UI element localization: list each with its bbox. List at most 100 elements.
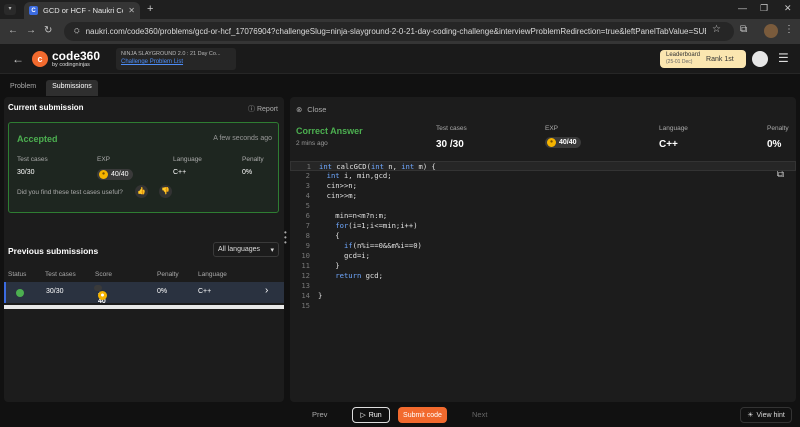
new-tab-icon[interactable]: +	[147, 3, 153, 15]
result-panel: ⊗ Close Correct Answer 2 mins ago Test ca…	[290, 97, 796, 402]
close-button[interactable]: ⊗ Close	[296, 105, 326, 114]
table-row[interactable]: 30/30 + 40● 0% C++ ›	[4, 282, 284, 305]
coin-icon: ●	[99, 170, 108, 179]
code-line: 14}	[290, 291, 796, 301]
prev-button[interactable]: Prev	[312, 410, 327, 419]
close-tab-icon[interactable]: ✕	[128, 6, 135, 15]
back-arrow-icon[interactable]: ←	[12, 52, 24, 66]
play-icon: ▷	[360, 412, 366, 419]
line-number: 1	[306, 162, 311, 171]
line-number: 14	[301, 291, 310, 300]
extensions-icon[interactable]: ⧉	[740, 24, 747, 35]
tab-submissions[interactable]: Submissions	[46, 80, 98, 96]
stat-penalty: Penalty 0%	[242, 156, 264, 176]
code-text: gcd=i;	[318, 251, 370, 260]
stat-exp: EXP ● 40/40	[97, 156, 133, 180]
rank-text: Rank 1st	[706, 55, 734, 63]
left-panel-tabs: Problem Submissions	[4, 80, 98, 96]
code360-logo[interactable]: c code360 by codingninjas	[32, 49, 102, 69]
code-line: 10 gcd=i;	[290, 251, 796, 261]
language-filter-select[interactable]: All languages ▾	[213, 242, 279, 257]
current-submission-card: Accepted A few seconds ago Test cases 30…	[8, 122, 279, 213]
submit-code-button[interactable]: Submit code	[398, 407, 447, 423]
report-icon: ⓘ	[248, 106, 257, 113]
browser-menu-icon[interactable]: ⋮	[784, 24, 794, 35]
code-text: if(n%i==0&&m%i==0)	[343, 241, 422, 250]
code-line: 8 {	[290, 231, 796, 241]
user-avatar[interactable]	[752, 51, 768, 67]
next-button[interactable]: Next	[472, 410, 487, 419]
code-line: 12 return gcd;	[290, 271, 796, 281]
forward-icon[interactable]: →	[26, 25, 36, 36]
horizontal-scrollbar[interactable]	[4, 305, 284, 309]
tab-problem[interactable]: Problem	[4, 80, 42, 96]
run-button[interactable]: ▷ Run	[352, 407, 390, 423]
window-close-icon[interactable]: ✕	[784, 3, 792, 14]
submissions-table-header: Status Test cases Score Penalty Language	[8, 271, 227, 278]
bottom-toolbar: Prev ▷ Run Submit code Next ☀ View hint	[0, 402, 800, 427]
bookmark-star-icon[interactable]: ☆	[712, 24, 721, 35]
line-number: 6	[305, 211, 310, 220]
challenge-info: NINJA SLAYGROUND 2.0 : 21 Day Co... Chal…	[116, 48, 236, 70]
browser-profile-avatar[interactable]	[764, 24, 778, 38]
address-bar-row: ← → ↻ ⛭ naukri.com/code360/problems/gcd-…	[0, 19, 800, 44]
browser-tab-bar: ▾ C GCD or HCF - Naukri Code 360 ✕ + — ❐…	[0, 0, 800, 19]
submission-time: A few seconds ago	[213, 135, 272, 142]
tab-search-icon[interactable]: ▾	[4, 4, 16, 15]
chevron-right-icon[interactable]: ›	[265, 285, 268, 296]
code-line: 13	[290, 281, 796, 291]
line-number: 8	[305, 231, 310, 240]
back-icon[interactable]: ←	[8, 25, 18, 36]
thumbs-down-icon[interactable]: 👎	[159, 185, 172, 198]
coin-icon: ●	[547, 138, 556, 147]
line-number: 12	[301, 271, 310, 280]
result-language: Language C++	[659, 125, 688, 150]
lightbulb-icon: ☀	[747, 412, 754, 419]
code-text: }	[318, 291, 323, 300]
browser-tab[interactable]: C GCD or HCF - Naukri Code 360 ✕	[24, 2, 140, 19]
favicon-icon: C	[29, 6, 38, 15]
result-time: 2 mins ago	[296, 140, 328, 147]
hamburger-menu-icon[interactable]: ☰	[778, 51, 789, 65]
panel-resize-handle[interactable]: • • •	[284, 229, 288, 247]
code-text: int i, min,gcd;	[326, 171, 392, 180]
previous-submissions-title: Previous submissions	[8, 246, 99, 256]
code-line: 3 cin>>n;	[290, 181, 796, 191]
result-penalty: Penalty 0%	[767, 125, 789, 150]
leaderboard-label: Leaderboard (25-01 Dec)	[666, 52, 701, 65]
tab-title: GCD or HCF - Naukri Code 360	[43, 6, 123, 15]
chevron-down-icon: ▾	[270, 247, 274, 254]
correct-answer-status: Correct Answer	[296, 126, 363, 136]
thumbs-up-icon[interactable]: 👍	[135, 185, 148, 198]
code-line: 11 }	[290, 261, 796, 271]
minimize-icon[interactable]: —	[738, 3, 747, 13]
code-text: cin>>n;	[318, 181, 357, 190]
score-badge: + 40●	[94, 285, 107, 305]
view-hint-button[interactable]: ☀ View hint	[740, 407, 792, 423]
challenge-name: NINJA SLAYGROUND 2.0 : 21 Day Co...	[121, 51, 221, 57]
line-number: 3	[305, 181, 310, 190]
code-line: 4 cin>>m;	[290, 191, 796, 201]
logo-subtext: by codingninjas	[52, 62, 90, 68]
line-number: 15	[301, 301, 310, 310]
code-line: 1 int calcGCD(int n, int m) {	[290, 161, 796, 171]
report-button[interactable]: ⓘ Report	[248, 104, 278, 114]
code-line: 6 min=n<m?n:m;	[290, 211, 796, 221]
line-number: 9	[305, 241, 310, 250]
stat-language: Language C++	[173, 156, 202, 176]
line-number: 10	[301, 251, 310, 260]
code-line: 5	[290, 201, 796, 211]
line-number: 2	[305, 171, 310, 180]
url-field[interactable]: ⛭ naukri.com/code360/problems/gcd-or-hcf…	[64, 22, 734, 41]
site-info-icon[interactable]: ⛭	[74, 28, 80, 36]
challenge-problem-list-link[interactable]: Challenge Problem List	[121, 59, 231, 65]
leaderboard-button[interactable]: Leaderboard (25-01 Dec) Rank 1st	[660, 50, 746, 68]
line-number: 7	[305, 221, 310, 230]
code-text: for(i=1;i<=min;i++)	[335, 221, 418, 230]
success-status-icon	[16, 289, 24, 297]
logo-mark-icon: c	[32, 51, 48, 67]
reload-icon[interactable]: ↻	[44, 25, 52, 36]
stat-test-cases: Test cases 30/30	[17, 156, 48, 176]
restore-icon[interactable]: ❐	[760, 3, 768, 14]
code-text: cin>>m;	[318, 191, 357, 200]
